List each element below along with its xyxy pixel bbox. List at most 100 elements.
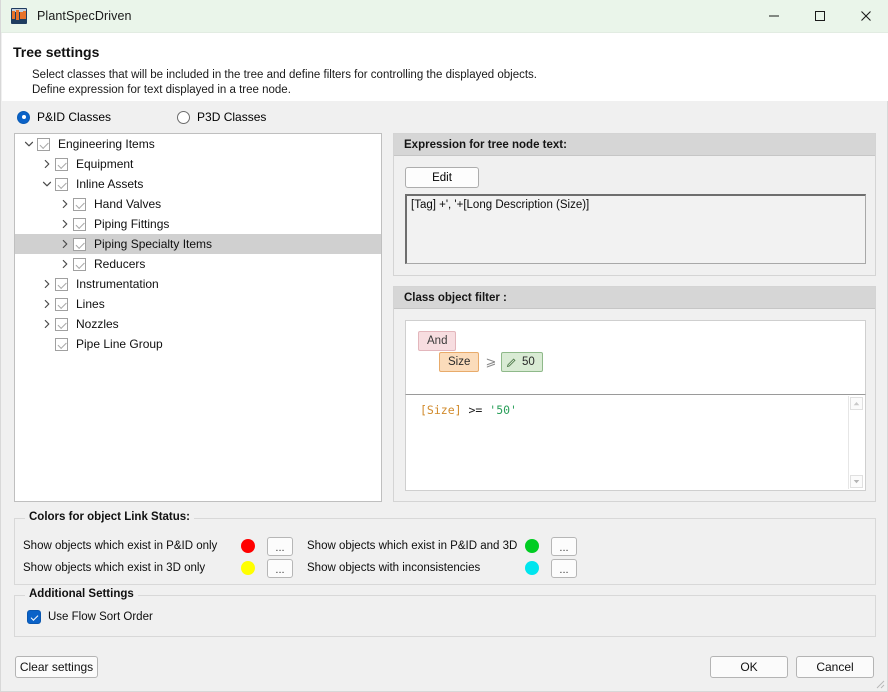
tree-node-checkbox[interactable] bbox=[55, 177, 68, 191]
pencil-icon bbox=[506, 357, 517, 368]
radio-indicator-pid bbox=[17, 110, 30, 124]
maximize-icon bbox=[815, 11, 825, 21]
radio-label-p3d: P3D Classes bbox=[197, 110, 267, 124]
chevron-right-icon[interactable] bbox=[57, 216, 73, 232]
color-swatch bbox=[525, 539, 539, 553]
filter-logic-chip[interactable]: And bbox=[418, 331, 457, 351]
tree-node-checkbox[interactable] bbox=[73, 217, 86, 231]
filter-code-scrollbar[interactable] bbox=[848, 396, 864, 489]
filter-value-chip[interactable]: 50 bbox=[501, 352, 543, 372]
minimize-icon bbox=[769, 15, 779, 17]
tree-node-checkbox[interactable] bbox=[55, 277, 68, 291]
dialog-window: PlantSpecDriven Tree settings Select cla… bbox=[0, 0, 888, 692]
tree-node-label: Nozzles bbox=[76, 317, 119, 331]
tree-node[interactable]: Piping Fittings bbox=[15, 214, 381, 234]
maximize-button[interactable] bbox=[797, 0, 843, 33]
filter-field-chip[interactable]: Size bbox=[439, 352, 480, 372]
color-swatch bbox=[525, 561, 539, 575]
chevron-right-icon[interactable] bbox=[39, 296, 55, 312]
tree-node[interactable]: Piping Specialty Items bbox=[15, 234, 381, 254]
tree-node[interactable]: Inline Assets bbox=[15, 174, 381, 194]
radio-indicator-p3d bbox=[177, 110, 191, 124]
tree-node[interactable]: Hand Valves bbox=[15, 194, 381, 214]
choose-color-button[interactable]: ... bbox=[551, 536, 577, 556]
choose-color-button[interactable]: ... bbox=[267, 558, 293, 578]
expression-panel: Expression for tree node text: Edit [Tag… bbox=[393, 133, 876, 276]
minimize-button[interactable] bbox=[751, 0, 797, 33]
color-setting-row: Show objects with inconsistencies... bbox=[307, 558, 577, 578]
tree-node[interactable]: Equipment bbox=[15, 154, 381, 174]
class-mode-radio-group: P&ID Classes P3D Classes bbox=[17, 110, 266, 124]
filter-panel-title: Class object filter : bbox=[394, 287, 875, 309]
tree-node-checkbox[interactable] bbox=[55, 337, 68, 351]
tree-node[interactable]: Instrumentation bbox=[15, 274, 381, 294]
title-bar: PlantSpecDriven bbox=[1, 0, 888, 33]
tree-node-label: Equipment bbox=[76, 157, 134, 171]
additional-settings-group-box: Additional Settings Use Flow Sort Order bbox=[14, 588, 876, 637]
additional-settings-legend: Additional Settings bbox=[25, 588, 138, 600]
class-tree: Engineering Items Equipment Inline Assets H… bbox=[15, 134, 381, 354]
choose-color-button[interactable]: ... bbox=[551, 558, 577, 578]
chevron-right-icon[interactable] bbox=[39, 316, 55, 332]
plant-app-icon bbox=[11, 8, 27, 24]
code-field-token: [Size] bbox=[420, 403, 462, 417]
chevron-right-icon[interactable] bbox=[39, 156, 55, 172]
tree-node-checkbox[interactable] bbox=[55, 317, 68, 331]
chevron-right-icon[interactable] bbox=[57, 236, 73, 252]
filter-builder[interactable]: And Size ⩾ 50 bbox=[405, 320, 866, 394]
tree-node[interactable]: Nozzles bbox=[15, 314, 381, 334]
header-section: Tree settings Select classes that will b… bbox=[2, 33, 888, 101]
use-flow-sort-order-label: Use Flow Sort Order bbox=[48, 611, 153, 623]
tree-node[interactable]: Engineering Items bbox=[15, 134, 381, 154]
tree-node-label: Piping Fittings bbox=[94, 217, 170, 231]
color-setting-row: Show objects which exist in P&ID and 3D.… bbox=[307, 536, 577, 556]
chevron-down-icon[interactable] bbox=[39, 176, 55, 192]
clear-settings-button[interactable]: Clear settings bbox=[15, 656, 98, 678]
tree-node-label: Pipe Line Group bbox=[76, 337, 163, 351]
tree-node-label: Lines bbox=[76, 297, 105, 311]
chevron-right-icon[interactable] bbox=[57, 256, 73, 272]
code-value-token: '50' bbox=[489, 403, 517, 417]
scroll-down-arrow[interactable] bbox=[850, 475, 863, 488]
tree-node-checkbox[interactable] bbox=[55, 297, 68, 311]
close-button[interactable] bbox=[843, 0, 888, 33]
expression-value[interactable]: [Tag] +', '+[Long Description (Size)] bbox=[405, 194, 866, 264]
chevron-down-icon[interactable] bbox=[21, 136, 37, 152]
tree-node[interactable]: Lines bbox=[15, 294, 381, 314]
color-setting-label: Show objects with inconsistencies bbox=[307, 562, 481, 574]
tree-node[interactable]: Pipe Line Group bbox=[15, 334, 381, 354]
tree-node-label: Reducers bbox=[94, 257, 146, 271]
page-description-line2: Define expression for text displayed in … bbox=[32, 84, 291, 96]
tree-node[interactable]: Reducers bbox=[15, 254, 381, 274]
edit-expression-button[interactable]: Edit bbox=[405, 167, 479, 188]
filter-operator[interactable]: ⩾ bbox=[484, 352, 498, 372]
color-setting-row: Show objects which exist in P&ID only... bbox=[23, 536, 293, 556]
expression-panel-title: Expression for tree node text: bbox=[394, 134, 875, 156]
cancel-button[interactable]: Cancel bbox=[796, 656, 874, 678]
filter-value-text: 50 bbox=[522, 356, 535, 368]
ok-button[interactable]: OK bbox=[710, 656, 788, 678]
color-setting-row: Show objects which exist in 3D only... bbox=[23, 558, 293, 578]
chevron-right-icon[interactable] bbox=[57, 196, 73, 212]
chevron-right-icon[interactable] bbox=[39, 276, 55, 292]
radio-pid-classes[interactable]: P&ID Classes bbox=[17, 110, 111, 124]
radio-p3d-classes[interactable]: P3D Classes bbox=[177, 110, 266, 124]
window-controls bbox=[751, 0, 888, 33]
tree-node-label: Hand Valves bbox=[94, 197, 162, 211]
use-flow-sort-order-checkbox[interactable]: Use Flow Sort Order bbox=[27, 610, 153, 624]
tree-node-checkbox[interactable] bbox=[73, 257, 86, 271]
color-setting-label: Show objects which exist in P&ID and 3D bbox=[307, 540, 518, 552]
window-title: PlantSpecDriven bbox=[37, 9, 132, 23]
color-swatch bbox=[241, 539, 255, 553]
filter-expression-code[interactable]: [Size] >= '50' bbox=[405, 394, 866, 491]
resize-grip-icon[interactable] bbox=[873, 677, 885, 689]
class-tree-panel[interactable]: Engineering Items Equipment Inline Assets H… bbox=[14, 133, 382, 502]
page-description: Select classes that will be included in … bbox=[32, 68, 537, 98]
tree-node-checkbox[interactable] bbox=[73, 197, 86, 211]
tree-node-checkbox[interactable] bbox=[37, 137, 50, 151]
color-setting-label: Show objects which exist in P&ID only bbox=[23, 540, 218, 552]
tree-node-checkbox[interactable] bbox=[55, 157, 68, 171]
choose-color-button[interactable]: ... bbox=[267, 536, 293, 556]
tree-node-checkbox[interactable] bbox=[73, 237, 86, 251]
scroll-up-arrow[interactable] bbox=[850, 397, 863, 410]
